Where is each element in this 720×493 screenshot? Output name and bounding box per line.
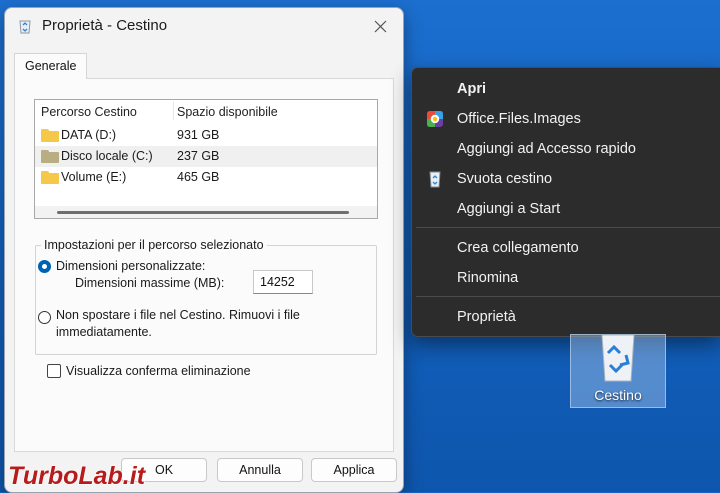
list-item[interactable]: DATA (D:) 931 GB bbox=[35, 125, 377, 146]
close-button[interactable] bbox=[365, 14, 395, 38]
drive-space: 465 GB bbox=[177, 170, 220, 184]
column-header-path[interactable]: Percorso Cestino bbox=[41, 105, 137, 119]
folder-icon bbox=[41, 150, 59, 163]
settings-group: Impostazioni per il percorso selezionato… bbox=[35, 238, 377, 355]
dialog-titlebar[interactable]: Proprietà - Cestino bbox=[5, 8, 403, 44]
menu-item-quick-access[interactable]: Aggiungi ad Accesso rapido bbox=[416, 135, 720, 163]
drive-list[interactable]: Percorso Cestino Spazio disponibile DATA… bbox=[34, 99, 378, 219]
drive-space: 237 GB bbox=[177, 149, 220, 163]
office-files-images-icon bbox=[427, 111, 443, 127]
menu-item-properties[interactable]: Proprietà bbox=[416, 303, 720, 331]
tab-panel-general: Percorso Cestino Spazio disponibile DATA… bbox=[14, 78, 394, 452]
list-item[interactable]: Volume (E:) 465 GB bbox=[35, 167, 377, 188]
recycle-bin-icon bbox=[601, 335, 635, 382]
close-icon bbox=[374, 20, 386, 32]
recycle-bin-icon bbox=[19, 20, 31, 34]
menu-item-label: Crea collegamento bbox=[457, 240, 579, 256]
folder-icon bbox=[41, 171, 59, 184]
list-header: Percorso Cestino Spazio disponibile bbox=[35, 100, 377, 122]
scrollbar-thumb[interactable] bbox=[57, 211, 349, 214]
svg-text:TurboLab.it: TurboLab.it bbox=[8, 462, 147, 490]
max-size-label: Dimensioni massime (MB): bbox=[75, 276, 225, 290]
folder-icon bbox=[41, 129, 59, 142]
desktop-icon-label: Cestino bbox=[594, 387, 642, 403]
confirm-delete-checkbox[interactable] bbox=[47, 364, 61, 378]
drive-name: Disco locale (C:) bbox=[61, 149, 153, 163]
drive-name: Volume (E:) bbox=[61, 170, 127, 184]
menu-item-open[interactable]: Apri bbox=[416, 75, 720, 103]
properties-dialog: Proprietà - Cestino Generale Percorso Ce… bbox=[4, 7, 404, 493]
drive-space: 931 GB bbox=[177, 128, 220, 142]
option-no-move-label-line2[interactable]: immediatamente. bbox=[56, 325, 152, 339]
menu-item-label: Office.Files.Images bbox=[457, 111, 581, 127]
option-no-move-label[interactable]: Non spostare i file nel Cestino. Rimuovi… bbox=[56, 308, 300, 322]
menu-item-label: Apri bbox=[457, 81, 486, 97]
confirm-delete-label[interactable]: Visualizza conferma eliminazione bbox=[66, 364, 251, 378]
group-title: Impostazioni per il percorso selezionato bbox=[41, 238, 267, 252]
menu-separator bbox=[416, 296, 720, 297]
menu-separator bbox=[416, 227, 720, 228]
dialog-title: Proprietà - Cestino bbox=[42, 17, 168, 34]
menu-item-pin-start[interactable]: Aggiungi a Start bbox=[416, 195, 720, 223]
menu-item-label: Aggiungi a Start bbox=[457, 201, 561, 217]
drive-name: DATA (D:) bbox=[61, 128, 117, 142]
apply-button[interactable]: Applica bbox=[311, 458, 397, 482]
menu-item-empty-bin[interactable]: Svuota cestino bbox=[416, 165, 720, 193]
option-custom-label[interactable]: Dimensioni personalizzate: bbox=[56, 259, 205, 273]
menu-item-label: Svuota cestino bbox=[457, 171, 553, 187]
column-header-space[interactable]: Spazio disponibile bbox=[177, 105, 278, 119]
menu-item-label: Aggiungi ad Accesso rapido bbox=[457, 141, 636, 157]
menu-item-rename[interactable]: Rinomina bbox=[416, 264, 720, 292]
tab-general[interactable]: Generale bbox=[14, 53, 88, 79]
turbolab-watermark-logo: TurboLab.it bbox=[7, 461, 147, 490]
list-item[interactable]: Disco locale (C:) 237 GB bbox=[35, 146, 377, 167]
desktop-icon-recycle-bin[interactable]: Cestino bbox=[570, 334, 666, 408]
menu-item-label: Rinomina bbox=[457, 270, 519, 286]
menu-item-office-files-images[interactable]: Office.Files.Images bbox=[416, 105, 720, 133]
max-size-input[interactable] bbox=[253, 270, 313, 294]
context-menu: Apri Office.Files.Images Aggiungi ad Acc… bbox=[411, 67, 720, 337]
recycle-bin-icon bbox=[429, 171, 441, 188]
menu-item-label: Proprietà bbox=[457, 309, 516, 325]
radio-no-move[interactable] bbox=[38, 311, 51, 324]
cancel-button[interactable]: Annulla bbox=[217, 458, 303, 482]
radio-custom-size[interactable] bbox=[38, 260, 51, 273]
column-divider[interactable] bbox=[173, 102, 174, 120]
menu-item-create-shortcut[interactable]: Crea collegamento bbox=[416, 234, 720, 262]
horizontal-scrollbar[interactable] bbox=[35, 206, 377, 218]
